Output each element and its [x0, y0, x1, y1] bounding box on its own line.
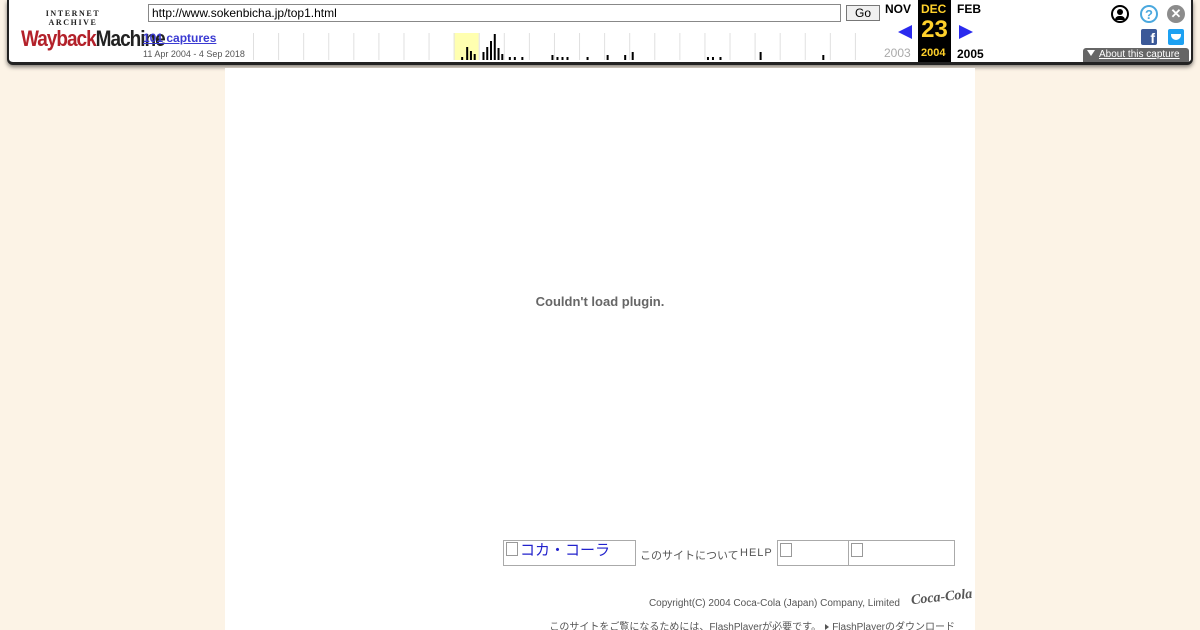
- copyright-text: Copyright(C) 2004 Coca-Cola (Japan) Comp…: [648, 598, 900, 609]
- sparkline-bar[interactable]: [624, 55, 627, 60]
- logo-word-wayback: Wayback: [21, 27, 97, 52]
- sparkline-bar[interactable]: [461, 57, 464, 60]
- about-site-link[interactable]: このサイトについて: [640, 547, 739, 563]
- sparkline-bar[interactable]: [759, 52, 762, 60]
- sparkline-bar[interactable]: [490, 41, 493, 60]
- sparkline-bar[interactable]: [586, 57, 589, 60]
- current-month-label: DEC: [921, 2, 947, 16]
- footer-image-1[interactable]: [777, 540, 849, 566]
- captures-link[interactable]: 101 captures: [143, 31, 216, 45]
- sparkline-bar[interactable]: [561, 57, 564, 60]
- footer-image-2[interactable]: [848, 540, 955, 566]
- sparkline-bar[interactable]: [497, 48, 500, 60]
- prev-arrow-icon[interactable]: [898, 25, 912, 39]
- logo-internet-archive-text: INTERNET ARCHIVE: [45, 9, 101, 27]
- next-arrow-icon[interactable]: [959, 25, 973, 39]
- sparkline-bar[interactable]: [501, 54, 504, 60]
- sparkline-bar[interactable]: [566, 57, 569, 60]
- prev-year-label[interactable]: 2003: [884, 46, 911, 60]
- twitter-icon[interactable]: [1168, 29, 1184, 45]
- sparkline-bar[interactable]: [482, 52, 485, 60]
- help-icon[interactable]: ?: [1140, 5, 1158, 23]
- user-icon[interactable]: [1111, 5, 1129, 23]
- sparkline-bar[interactable]: [513, 57, 516, 60]
- wayback-logo[interactable]: INTERNET ARCHIVE WaybackMachine: [21, 9, 166, 52]
- sparkline-bar[interactable]: [551, 55, 554, 60]
- flash-download-link[interactable]: FlashPlayerのダウンロード: [832, 622, 955, 630]
- sparkline-bar[interactable]: [631, 52, 634, 60]
- sparkline-bar[interactable]: [469, 51, 472, 60]
- wayback-toolbar: INTERNET ARCHIVE WaybackMachine Go 101 c…: [7, 0, 1193, 65]
- go-button[interactable]: Go: [846, 5, 880, 21]
- coca-cola-logo-image[interactable]: コカ・コーラ: [503, 540, 636, 566]
- sparkline-bar[interactable]: [521, 57, 524, 60]
- logo-wayback-machine-text: WaybackMachine: [21, 26, 166, 54]
- prev-month-label[interactable]: NOV: [885, 2, 911, 16]
- sparkline-bar[interactable]: [493, 34, 496, 60]
- sparkline-bar[interactable]: [719, 57, 722, 60]
- next-month-label[interactable]: FEB: [957, 2, 981, 16]
- capture-date-range: 11 Apr 2004 - 4 Sep 2018: [143, 49, 245, 59]
- flash-requirement-note: このサイトをご覧になるためには、FlashPlayerが必要です。 FlashPl…: [225, 618, 955, 630]
- about-capture-label: About this capture: [1099, 49, 1180, 60]
- sparkline-bar[interactable]: [822, 55, 825, 60]
- arrow-right-icon: [825, 624, 830, 630]
- sparkline-bar[interactable]: [508, 57, 511, 60]
- sparkline-bar[interactable]: [706, 57, 709, 60]
- current-year-label: 2004: [921, 47, 946, 59]
- sparkline-bar[interactable]: [466, 47, 469, 60]
- plugin-error-message: Couldn't load plugin.: [535, 294, 665, 309]
- archived-page: Couldn't load plugin. コカ・コーラ このサイトについて H…: [225, 68, 975, 630]
- facebook-icon[interactable]: f: [1141, 29, 1157, 45]
- help-link[interactable]: HELP: [740, 547, 773, 559]
- close-icon[interactable]: ✕: [1167, 5, 1185, 23]
- sparkline-bar[interactable]: [556, 57, 559, 60]
- sparkline-bar[interactable]: [486, 47, 489, 60]
- url-input[interactable]: [148, 4, 841, 22]
- flash-note-text: このサイトをご覧になるためには、FlashPlayerが必要です。: [549, 622, 822, 630]
- caret-down-icon: [1087, 50, 1095, 56]
- sparkline-bar[interactable]: [473, 54, 476, 60]
- coca-cola-script-logo: Coca-Cola: [910, 586, 974, 609]
- about-capture-button[interactable]: About this capture: [1083, 48, 1189, 62]
- capture-sparkline[interactable]: [253, 33, 880, 60]
- sparkline-bar[interactable]: [711, 57, 714, 60]
- next-year-label[interactable]: 2005: [957, 47, 984, 61]
- sparkline-bar[interactable]: [606, 55, 609, 60]
- current-day-label: 23: [921, 16, 948, 43]
- coca-cola-logo-alt-text: コカ・コーラ: [520, 542, 611, 559]
